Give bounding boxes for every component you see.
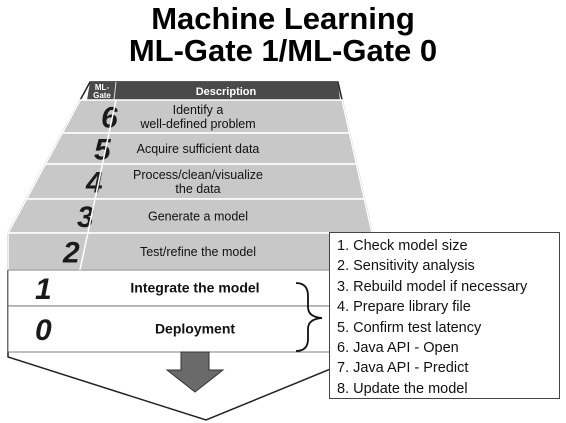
gate-1-description: Integrate the model <box>130 280 259 296</box>
gate-4-description: the data <box>175 182 220 196</box>
header-gate-label-2: Gate <box>93 91 111 100</box>
gate-number-1: 1 <box>35 273 52 306</box>
gate-4-description: Process/clean/visualize <box>133 168 263 182</box>
gate-0-description: Deployment <box>155 321 235 337</box>
gate-number-2: 2 <box>62 237 80 270</box>
step-item: 4. Prepare library file <box>337 299 471 316</box>
step-item: 8. Update the model <box>337 380 468 397</box>
step-item: 1. Check model size <box>337 238 468 254</box>
step-item: 2. Sensitivity analysis <box>337 258 475 275</box>
step-item: 6. Java API - Open <box>337 340 459 357</box>
gate-number-0: 0 <box>35 314 52 347</box>
gate-2-description: Test/refine the model <box>140 245 256 259</box>
gate-6-description: Identify a <box>173 103 224 117</box>
step-item: 3. Rebuild model if necessary <box>337 278 528 295</box>
gate-5-description: Acquire sufficient data <box>137 142 260 156</box>
header-description-label: Description <box>196 86 257 98</box>
gate-3-description: Generate a model <box>148 210 248 224</box>
step-item: 5. Confirm test latency <box>337 319 482 336</box>
step-item: 7. Java API - Predict <box>337 360 469 377</box>
gate-rows: 6 Identify awell-defined problem5 Acquire … <box>6 99 373 353</box>
gate-6-description: well-defined problem <box>139 117 255 131</box>
integration-steps-box: 1. Check model size 2. Sensitivity analy… <box>329 232 560 399</box>
